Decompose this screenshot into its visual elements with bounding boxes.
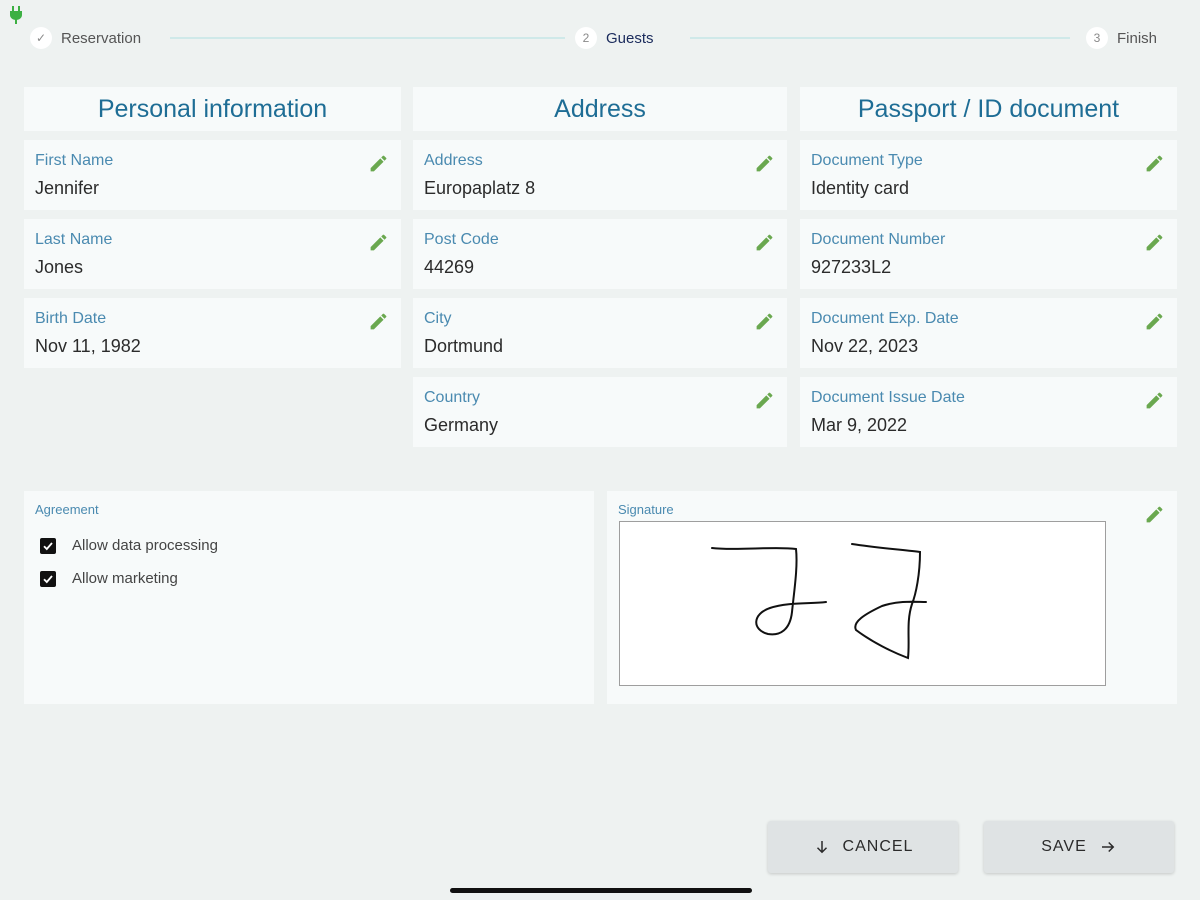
document-exp-date-field[interactable]: Document Exp. Date Nov 22, 2023 <box>800 298 1177 368</box>
save-button[interactable]: SAVE <box>984 821 1174 873</box>
section-title: Passport / ID document <box>800 87 1177 131</box>
field-label: Birth Date <box>35 310 107 327</box>
first-name-field[interactable]: First Name Jennifer <box>24 140 401 210</box>
field-label: Document Issue Date <box>811 389 965 406</box>
field-label: City <box>424 310 452 327</box>
address-section: Address Address Europaplatz 8 Post Code … <box>413 87 787 447</box>
agreement-panel: Agreement Allow data processing Allow ma… <box>24 491 594 704</box>
field-label: First Name <box>35 152 114 169</box>
checkbox-label: Allow data processing <box>72 537 218 554</box>
field-value: Nov 11, 1982 <box>35 336 141 356</box>
step-label: Guests <box>606 29 654 47</box>
field-label: Address <box>424 152 483 169</box>
pencil-icon[interactable] <box>1144 153 1165 174</box>
field-value: 44269 <box>424 257 475 277</box>
pencil-icon[interactable] <box>1144 311 1165 332</box>
field-label: Document Exp. Date <box>811 310 959 327</box>
birth-date-field[interactable]: Birth Date Nov 11, 1982 <box>24 298 401 368</box>
field-value: Identity card <box>811 178 910 198</box>
personal-information-section: Personal information First Name Jennifer… <box>24 87 401 368</box>
field-value: Europaplatz 8 <box>424 178 536 198</box>
field-label: Document Type <box>811 152 923 169</box>
step-label: Finish <box>1117 29 1158 47</box>
pencil-icon[interactable] <box>1144 504 1165 525</box>
signature-drawing <box>711 543 927 660</box>
pencil-icon[interactable] <box>368 153 389 174</box>
pencil-icon[interactable] <box>754 311 775 332</box>
city-field[interactable]: City Dortmund <box>413 298 787 368</box>
step-guests[interactable]: 2 Guests <box>575 26 654 50</box>
checkbox-checked-icon[interactable] <box>40 537 56 554</box>
pencil-icon[interactable] <box>1144 390 1165 411</box>
plug-icon <box>10 6 22 24</box>
document-number-field[interactable]: Document Number 927233L2 <box>800 219 1177 289</box>
field-value: Dortmund <box>424 336 504 356</box>
stepper-line <box>690 37 1070 39</box>
step-reservation[interactable]: ✓ Reservation <box>30 26 141 50</box>
cancel-label: CANCEL <box>842 838 914 855</box>
pencil-icon[interactable] <box>754 390 775 411</box>
stepper: ✓ Reservation 2 Guests 3 Finish <box>30 26 1170 50</box>
section-title: Personal information <box>24 87 401 131</box>
signature-pad[interactable] <box>619 521 1106 686</box>
checkbox-label: Allow marketing <box>72 570 178 587</box>
document-issue-date-field[interactable]: Document Issue Date Mar 9, 2022 <box>800 377 1177 447</box>
pencil-icon[interactable] <box>1144 232 1165 253</box>
address-field[interactable]: Address Europaplatz 8 <box>413 140 787 210</box>
signature-panel: Signature <box>607 491 1177 704</box>
field-value: Germany <box>424 415 499 435</box>
step-label: Reservation <box>61 29 142 47</box>
allow-data-processing-checkbox[interactable]: Allow data processing <box>40 537 218 554</box>
field-value: 927233L2 <box>811 257 892 277</box>
arrow-down-icon <box>816 841 827 854</box>
country-field[interactable]: Country Germany <box>413 377 787 447</box>
pencil-icon[interactable] <box>368 311 389 332</box>
field-label: Post Code <box>424 231 499 248</box>
step-finish[interactable]: 3 Finish <box>1086 26 1157 50</box>
field-label: Document Number <box>811 231 946 248</box>
last-name-field[interactable]: Last Name Jones <box>24 219 401 289</box>
step-number: 2 <box>575 27 597 49</box>
section-title: Address <box>413 87 787 131</box>
step-number: 3 <box>1086 27 1108 49</box>
check-icon: ✓ <box>30 27 52 49</box>
field-value: Mar 9, 2022 <box>811 415 908 435</box>
pencil-icon[interactable] <box>754 153 775 174</box>
field-value: Nov 22, 2023 <box>811 336 919 356</box>
field-label: Country <box>424 389 481 406</box>
field-label: Last Name <box>35 231 113 248</box>
field-value: Jones <box>35 257 84 277</box>
document-type-field[interactable]: Document Type Identity card <box>800 140 1177 210</box>
cancel-button[interactable]: CANCEL <box>768 821 958 873</box>
checkbox-checked-icon[interactable] <box>40 570 56 587</box>
home-indicator[interactable] <box>450 888 752 893</box>
pencil-icon[interactable] <box>754 232 775 253</box>
pencil-icon[interactable] <box>368 232 389 253</box>
agreement-label: Agreement <box>35 502 99 517</box>
post-code-field[interactable]: Post Code 44269 <box>413 219 787 289</box>
signature-label: Signature <box>618 502 674 517</box>
save-label: SAVE <box>1041 838 1087 855</box>
field-value: Jennifer <box>35 178 100 198</box>
allow-marketing-checkbox[interactable]: Allow marketing <box>40 570 178 587</box>
stepper-line <box>170 37 565 39</box>
arrow-right-icon <box>1101 841 1115 853</box>
passport-section: Passport / ID document Document Type Ide… <box>800 87 1177 447</box>
